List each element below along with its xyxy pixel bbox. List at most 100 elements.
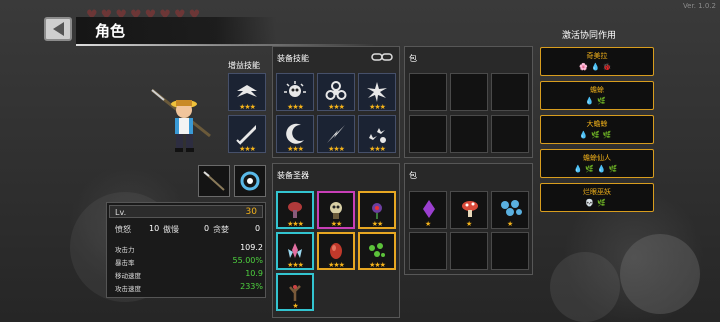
skill-stars: ★★★ <box>328 103 345 111</box>
skill-bag-slot[interactable] <box>491 115 529 153</box>
eye-flower-relic-icon <box>372 203 382 219</box>
stats-panel: Lv. 30 愤怒 10 傲慢 0 贪婪 0 攻击力 109.2 暴击率 55.… <box>106 202 266 298</box>
synergy-icons: 💧🌿💧🌿 <box>573 165 621 173</box>
crystal-flower-relic-icon <box>288 243 302 258</box>
relic-slot-7[interactable]: ★ <box>276 273 314 311</box>
back-button[interactable] <box>44 17 72 41</box>
relic-slot-3[interactable]: ★★ <box>358 191 396 229</box>
stat-value: 233% <box>240 282 263 291</box>
relic-stars: ★★ <box>371 220 384 228</box>
equipped-skill-slot-6[interactable]: ★★★ <box>358 115 396 153</box>
skill-bag-slot[interactable] <box>450 73 488 111</box>
relic-bag-slot[interactable] <box>409 232 447 270</box>
hero-character <box>151 88 211 152</box>
equipped-relics-title: 装备圣器 <box>277 171 309 180</box>
stat-label: 移动速度 <box>115 272 141 280</box>
skill-stars: ★★★ <box>287 103 304 111</box>
equipped-skill-slot-1[interactable]: ★★★ <box>276 73 314 111</box>
synergy-card[interactable]: 蟾蜍 💧🌿 <box>540 81 654 110</box>
egg-relic-icon <box>330 243 342 259</box>
weapon-slot[interactable] <box>198 165 230 197</box>
synergy-icons: 🌸💧🐞 <box>579 63 615 71</box>
lightning-slash-icon <box>327 125 345 143</box>
sword-skill-icon <box>236 125 256 145</box>
blue-spores-icon <box>501 200 522 216</box>
relic-slot-1[interactable]: ★★★ <box>276 191 314 229</box>
counter-value: 0 <box>255 224 261 233</box>
skill-stars: ★★★ <box>369 103 386 111</box>
purple-crystal-icon <box>423 200 435 218</box>
counter-label: 傲慢 <box>163 225 179 234</box>
relic-bag-slot[interactable]: ★ <box>450 191 488 229</box>
skill-stars: ★★★ <box>239 103 256 111</box>
relic-slot-4[interactable]: ★★★ <box>276 232 314 270</box>
link-icon[interactable] <box>371 51 393 63</box>
synergy-name: 奇美拉 <box>586 52 608 60</box>
stat-row: 暴击率 55.00% <box>115 256 263 268</box>
attack-button-ghost <box>620 234 700 314</box>
relic-bag-slot[interactable]: ★ <box>491 191 529 229</box>
stat-row: 移动速度 10.9 <box>115 269 263 281</box>
stat-label: 攻击速度 <box>115 285 141 293</box>
spear-icon <box>203 171 225 191</box>
relic-slot-5[interactable]: ★★★ <box>317 232 355 270</box>
skill-bag-slot[interactable] <box>409 73 447 111</box>
skull-relic-icon <box>330 202 342 219</box>
relic-bag-slot[interactable] <box>491 232 529 270</box>
synergy-icons: 💧🌿 <box>585 97 609 105</box>
equipped-skill-slot-5[interactable]: ★★★ <box>317 115 355 153</box>
stat-value: 10.9 <box>245 269 263 278</box>
wings-skill-icon <box>237 85 257 97</box>
skill-bag-slot[interactable] <box>450 115 488 153</box>
crescent-slash-icon <box>286 123 304 144</box>
relic-slot-6[interactable]: ★★★ <box>358 232 396 270</box>
red-mushroom-icon <box>462 201 478 217</box>
skill-stars: ★★★ <box>239 145 256 153</box>
relic-stars: ★ <box>466 220 473 228</box>
equipped-skills-title: 装备技能 <box>277 54 309 63</box>
relic-stars: ★★★ <box>328 261 345 269</box>
level-value: 30 <box>245 207 257 217</box>
relic-stars: ★★★ <box>287 220 304 228</box>
equipped-skill-slot-2[interactable]: ★★★ <box>317 73 355 111</box>
stat-row: 攻击力 109.2 <box>115 243 263 255</box>
bonus-skill-slot-2[interactable]: ★★★ <box>228 115 266 153</box>
biohazard-icon <box>325 81 347 100</box>
bonus-skill-slot-1[interactable]: ★★★ <box>228 73 266 111</box>
green-spores-relic-icon <box>369 243 385 257</box>
synergy-card[interactable]: 奇美拉 🌸💧🐞 <box>540 47 654 76</box>
bonus-skill-label: 增益技能 <box>228 61 260 70</box>
skull-burst-icon <box>284 81 306 97</box>
skill-bag-slot[interactable] <box>491 73 529 111</box>
synergy-card[interactable]: 大蟾蜍 💧🌿🌿 <box>540 115 654 144</box>
equipped-skill-slot-4[interactable]: ★★★ <box>276 115 314 153</box>
relic-bag-slot[interactable]: ★ <box>409 191 447 229</box>
synergy-icons: 💧🌿🌿 <box>579 131 615 139</box>
relic-bag-slot[interactable] <box>450 232 488 270</box>
relic-bag-title: 包 <box>409 171 417 180</box>
sin-counters: 愤怒 10 傲慢 0 贪婪 0 <box>107 224 267 236</box>
synergy-name: 大蟾蜍 <box>586 120 608 128</box>
orb-icon <box>240 171 260 191</box>
skill-stars: ★★★ <box>328 145 345 153</box>
page-title: 角色 <box>95 22 126 40</box>
back-arrow-icon <box>52 22 64 36</box>
pet-slot[interactable] <box>234 165 266 197</box>
relic-stars: ★★ <box>330 220 343 228</box>
stat-value: 109.2 <box>240 243 263 252</box>
counter-value: 0 <box>204 224 210 233</box>
relic-stars: ★ <box>507 220 514 228</box>
relic-slot-2[interactable]: ★★ <box>317 191 355 229</box>
synergy-title: 激活协同作用 <box>562 31 617 41</box>
equipped-skill-slot-3[interactable]: ★★★ <box>358 73 396 111</box>
chain-stars-icon <box>369 128 386 143</box>
relic-stars: ★★★ <box>369 261 386 269</box>
synergy-card[interactable]: 烂眼巫妖 💀🌿 <box>540 183 654 212</box>
skill-bag-slot[interactable] <box>409 115 447 153</box>
relic-stars: ★★★ <box>287 261 304 269</box>
counter-label: 贪婪 <box>213 225 229 234</box>
stat-label: 暴击率 <box>115 259 135 267</box>
level-row: Lv. 30 <box>109 205 263 218</box>
branch-relic-icon <box>289 285 301 301</box>
synergy-card[interactable]: 蟾蜍仙人 💧🌿💧🌿 <box>540 149 654 178</box>
